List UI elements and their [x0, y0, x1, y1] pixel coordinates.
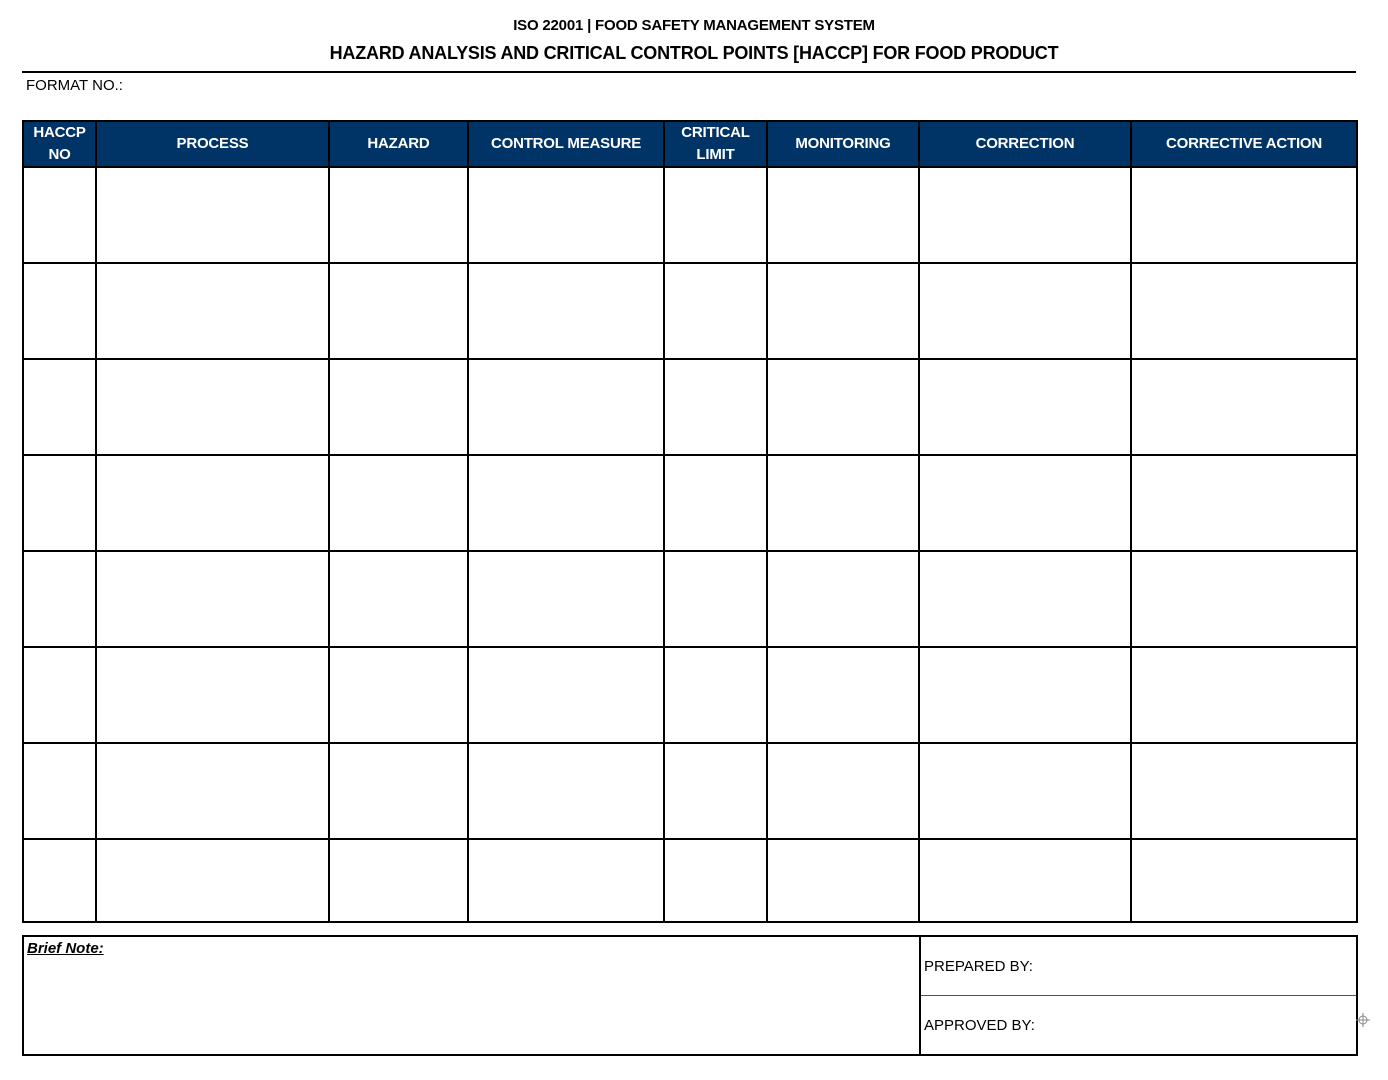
- column-header-critical-limit: CRITICAL LIMIT: [663, 120, 768, 168]
- cell-monitoring[interactable]: [766, 262, 920, 360]
- cell-hazard[interactable]: [328, 550, 469, 648]
- cell-corrective-action[interactable]: [1130, 742, 1358, 840]
- cell-correction[interactable]: [918, 742, 1132, 840]
- table-row: [22, 646, 1358, 744]
- column-header-hazard: HAZARD: [328, 120, 469, 168]
- cell-monitoring[interactable]: [766, 838, 920, 923]
- cell-correction[interactable]: [918, 454, 1132, 552]
- cell-haccp-no[interactable]: [22, 262, 97, 360]
- table-row: [22, 358, 1358, 456]
- cell-process[interactable]: [95, 358, 330, 456]
- column-header-process: PROCESS: [95, 120, 330, 168]
- cell-correction[interactable]: [918, 262, 1132, 360]
- cell-control-measure[interactable]: [467, 262, 665, 360]
- cell-correction[interactable]: [918, 646, 1132, 744]
- cell-hazard[interactable]: [328, 262, 469, 360]
- cell-haccp-no[interactable]: [22, 166, 97, 264]
- footer-table: Brief Note: PREPARED BY: APPROVED BY:: [22, 935, 1358, 1056]
- cell-haccp-no[interactable]: [22, 454, 97, 552]
- cell-process[interactable]: [95, 166, 330, 264]
- cell-monitoring[interactable]: [766, 550, 920, 648]
- cell-process[interactable]: [95, 550, 330, 648]
- cell-hazard[interactable]: [328, 358, 469, 456]
- cell-monitoring[interactable]: [766, 358, 920, 456]
- cell-corrective-action[interactable]: [1130, 166, 1358, 264]
- cell-monitoring[interactable]: [766, 646, 920, 744]
- document-title: HAZARD ANALYSIS AND CRITICAL CONTROL POI…: [329, 43, 1059, 63]
- table-row: [22, 454, 1358, 552]
- cell-hazard[interactable]: [328, 742, 469, 840]
- table-row: [22, 838, 1358, 923]
- cell-corrective-action[interactable]: [1130, 550, 1358, 648]
- cell-critical-limit[interactable]: [663, 358, 768, 456]
- cell-control-measure[interactable]: [467, 742, 665, 840]
- cell-haccp-no[interactable]: [22, 550, 97, 648]
- brief-note-cell[interactable]: Brief Note:: [22, 935, 921, 1056]
- cell-process[interactable]: [95, 742, 330, 840]
- document-subtitle: ISO 22001 | FOOD SAFETY MANAGEMENT SYSTE…: [513, 17, 875, 34]
- title-divider: [22, 71, 1356, 73]
- cell-corrective-action[interactable]: [1130, 454, 1358, 552]
- brief-note-label: Brief Note:: [27, 940, 104, 957]
- cell-haccp-no[interactable]: [22, 742, 97, 840]
- cell-control-measure[interactable]: [467, 358, 665, 456]
- cell-control-measure[interactable]: [467, 646, 665, 744]
- table-move-anchor-icon[interactable]: [1356, 1013, 1370, 1027]
- cell-haccp-no[interactable]: [22, 646, 97, 744]
- haccp-table: HACCP NO PROCESS HAZARD CONTROL MEASURE C…: [22, 120, 1358, 923]
- cell-haccp-no[interactable]: [22, 838, 97, 923]
- table-row: [22, 166, 1358, 264]
- cell-critical-limit[interactable]: [663, 646, 768, 744]
- cell-critical-limit[interactable]: [663, 454, 768, 552]
- format-number-label[interactable]: FORMAT NO.:: [26, 77, 123, 94]
- cell-control-measure[interactable]: [467, 838, 665, 923]
- cell-process[interactable]: [95, 262, 330, 360]
- table-row: [22, 262, 1358, 360]
- column-header-corrective-action: CORRECTIVE ACTION: [1130, 120, 1358, 168]
- cell-monitoring[interactable]: [766, 454, 920, 552]
- cell-hazard[interactable]: [328, 838, 469, 923]
- cell-monitoring[interactable]: [766, 166, 920, 264]
- cell-critical-limit[interactable]: [663, 166, 768, 264]
- table-row: [22, 550, 1358, 648]
- cell-correction[interactable]: [918, 166, 1132, 264]
- cell-control-measure[interactable]: [467, 550, 665, 648]
- cell-hazard[interactable]: [328, 454, 469, 552]
- cell-monitoring[interactable]: [766, 742, 920, 840]
- cell-control-measure[interactable]: [467, 454, 665, 552]
- cell-process[interactable]: [95, 838, 330, 923]
- cell-control-measure[interactable]: [467, 166, 665, 264]
- table-header-row: HACCP NO PROCESS HAZARD CONTROL MEASURE C…: [22, 120, 1358, 168]
- cell-corrective-action[interactable]: [1130, 358, 1358, 456]
- cell-critical-limit[interactable]: [663, 262, 768, 360]
- column-header-monitoring: MONITORING: [766, 120, 920, 168]
- cell-process[interactable]: [95, 454, 330, 552]
- column-header-correction: CORRECTION: [918, 120, 1132, 168]
- table-row: [22, 742, 1358, 840]
- cell-corrective-action[interactable]: [1130, 838, 1358, 923]
- cell-correction[interactable]: [918, 550, 1132, 648]
- cell-correction[interactable]: [918, 358, 1132, 456]
- cell-critical-limit[interactable]: [663, 550, 768, 648]
- column-header-control-measure: CONTROL MEASURE: [467, 120, 665, 168]
- approved-by-field[interactable]: APPROVED BY:: [919, 995, 1358, 1056]
- cell-hazard[interactable]: [328, 646, 469, 744]
- cell-haccp-no[interactable]: [22, 358, 97, 456]
- prepared-by-field[interactable]: PREPARED BY:: [919, 935, 1358, 996]
- cell-corrective-action[interactable]: [1130, 646, 1358, 744]
- cell-hazard[interactable]: [328, 166, 469, 264]
- cell-corrective-action[interactable]: [1130, 262, 1358, 360]
- cell-correction[interactable]: [918, 838, 1132, 923]
- column-header-haccp-no: HACCP NO: [22, 120, 97, 168]
- cell-critical-limit[interactable]: [663, 742, 768, 840]
- cell-process[interactable]: [95, 646, 330, 744]
- cell-critical-limit[interactable]: [663, 838, 768, 923]
